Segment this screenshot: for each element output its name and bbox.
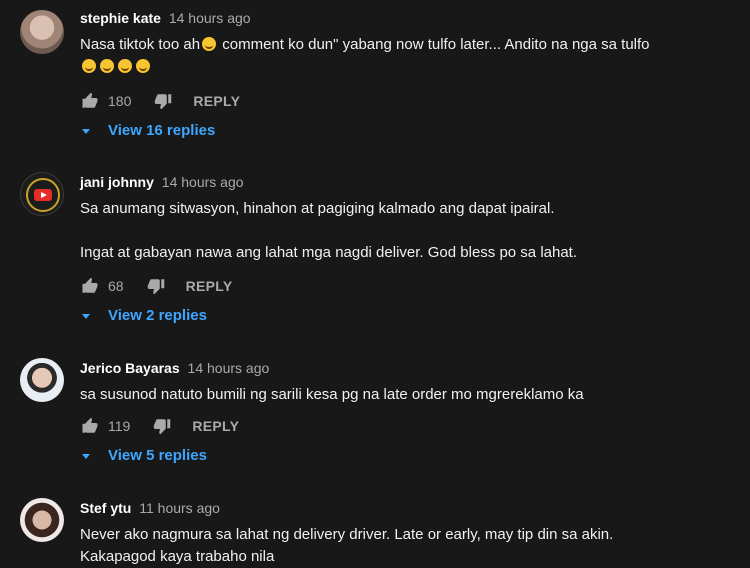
comment-actions: 180 REPLY xyxy=(80,89,240,113)
comment-time[interactable]: 14 hours ago xyxy=(162,174,244,190)
laughing-emoji-icon xyxy=(82,59,96,73)
comment-paragraph: Sa anumang sitwasyon, hinahon at pagigin… xyxy=(80,200,555,217)
laughing-emoji-icon xyxy=(118,59,132,73)
view-replies-button[interactable]: View 16 replies xyxy=(80,122,215,139)
view-replies-button[interactable]: View 5 replies xyxy=(80,447,207,464)
comment-time[interactable]: 14 hours ago xyxy=(188,360,270,376)
view-replies-label: View 5 replies xyxy=(108,447,207,464)
caret-down-icon xyxy=(80,123,96,139)
like-count: 119 xyxy=(108,418,131,434)
avatar[interactable] xyxy=(20,10,64,54)
avatar[interactable] xyxy=(20,172,64,216)
comment-header: jani johnny 14 hours ago xyxy=(80,172,730,192)
comment-author[interactable]: stephie kate xyxy=(80,10,161,26)
thumb-down-icon[interactable] xyxy=(146,276,166,296)
grinning-emoji-icon xyxy=(202,37,217,51)
comment-header: Stef ytu 11 hours ago xyxy=(80,498,730,518)
comment-actions: 68 REPLY xyxy=(80,274,232,298)
laughing-emoji-icon xyxy=(136,59,150,73)
view-replies-label: View 2 replies xyxy=(108,307,207,324)
reply-button[interactable]: REPLY xyxy=(192,418,239,434)
view-replies-button[interactable]: View 2 replies xyxy=(80,307,207,324)
reply-button[interactable]: REPLY xyxy=(193,93,240,109)
comment-header: Jerico Bayaras 14 hours ago xyxy=(80,358,730,378)
comment-author[interactable]: jani johnny xyxy=(80,174,154,190)
thumb-up-icon[interactable] xyxy=(80,416,100,436)
thumb-down-icon[interactable] xyxy=(153,91,173,111)
emoji-row xyxy=(80,56,730,78)
comment-time[interactable]: 11 hours ago xyxy=(139,500,220,516)
avatar[interactable] xyxy=(20,358,64,402)
comment-author[interactable]: Stef ytu xyxy=(80,500,131,516)
comment-text: Never ako nagmura sa lahat ng delivery d… xyxy=(80,524,730,568)
comment-line: Never ako nagmura sa lahat ng delivery d… xyxy=(80,526,614,543)
reply-button[interactable]: REPLY xyxy=(186,278,233,294)
comment-text: Nasa tiktok too ah comment ko dun" yaban… xyxy=(80,34,730,78)
caret-down-icon xyxy=(80,448,96,464)
view-replies-label: View 16 replies xyxy=(108,122,216,139)
comment-author[interactable]: Jerico Bayaras xyxy=(80,360,180,376)
avatar[interactable] xyxy=(20,498,64,542)
comment-actions: 119 REPLY xyxy=(80,414,239,438)
thumb-down-icon[interactable] xyxy=(152,416,172,436)
comment-text-part: Nasa tiktok too ah xyxy=(80,36,201,53)
comment-header: stephie kate 14 hours ago xyxy=(80,8,730,28)
like-count: 180 xyxy=(108,93,132,109)
comment-text: Sa anumang sitwasyon, hinahon at pagigin… xyxy=(80,198,730,264)
comment-text: sa susunod natuto bumili ng sarili kesa … xyxy=(80,384,730,406)
comment-paragraph: sa susunod natuto bumili ng sarili kesa … xyxy=(80,386,584,403)
like-count: 68 xyxy=(108,278,124,294)
comment-time[interactable]: 14 hours ago xyxy=(169,10,251,26)
caret-down-icon xyxy=(80,308,96,324)
thumb-up-icon[interactable] xyxy=(80,91,100,111)
comment-paragraph: Ingat at gabayan nawa ang lahat mga nagd… xyxy=(80,244,578,261)
thumb-up-icon[interactable] xyxy=(80,276,100,296)
laughing-emoji-icon xyxy=(100,59,114,73)
comment-text-part: comment ko dun" yabang now tulfo later..… xyxy=(218,36,650,53)
